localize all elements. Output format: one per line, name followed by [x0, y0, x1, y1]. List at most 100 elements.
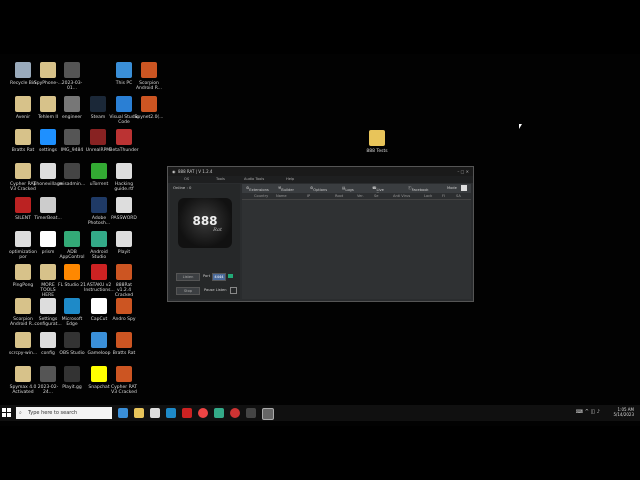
desktop-icon[interactable]: TimerBeat...	[33, 197, 63, 221]
desktop-icon[interactable]: 2023-03-01...	[57, 62, 87, 91]
desktop-icon[interactable]: OBS Studio	[57, 332, 87, 356]
desktop-icon[interactable]: Cypher RAT V3 Cracked	[109, 366, 139, 395]
desktop-icon-label: TimerBeat...	[34, 216, 62, 221]
desktop-icon-glyph-icon	[40, 366, 56, 382]
desktop-icon-glyph-icon	[64, 231, 80, 247]
desktop-icon-glyph-icon	[40, 332, 56, 348]
menu-audio-tools[interactable]: Audio Tools	[244, 176, 264, 183]
desktop-icon-label: OBS Studio	[59, 351, 85, 356]
desktop-icon-glyph-icon	[116, 231, 132, 247]
clients-table-header: Country Name IP Root Ver. Se Anti Virus …	[242, 193, 471, 200]
desktop-icon-glyph-icon	[116, 163, 132, 179]
terminal-icon[interactable]	[246, 408, 256, 418]
desktop-icon-glyph-icon	[40, 231, 56, 247]
desktop-icon[interactable]: Playit.gg	[57, 366, 87, 390]
desktop-icon-glyph-icon	[91, 231, 107, 247]
desktop-icon[interactable]: PASSWORD	[109, 197, 139, 221]
col-ip[interactable]: IP	[307, 194, 310, 198]
toolbar-logs[interactable]: ▤ Logs	[342, 186, 354, 192]
desktop-icon[interactable]: 888Rat v1.2.4 Cracked	[109, 264, 139, 299]
desktop-icon[interactable]: misadmin...	[57, 163, 87, 187]
desktop-icon[interactable]: ADB AppControl	[57, 231, 87, 260]
desktop-icon-glyph-icon	[40, 197, 56, 213]
online-count: Online : 0	[173, 185, 192, 190]
desktop-icon-glyph-icon	[40, 62, 56, 78]
col-fi[interactable]: FI	[442, 194, 445, 198]
desktop-icon-glyph-icon	[15, 62, 31, 78]
task-view-icon[interactable]	[118, 408, 128, 418]
desktop-icon[interactable]: Microsoft Edge	[57, 298, 87, 327]
desktop-icon[interactable]: Playit	[109, 231, 139, 255]
col-root[interactable]: Root	[335, 194, 343, 198]
toolbar-facebook[interactable]: ⓕ Facebook	[408, 186, 428, 192]
taskbar-search[interactable]: ⌕ Type here to search	[16, 407, 112, 419]
desktop-icon-label: BetaThunder	[109, 148, 139, 153]
android-studio-icon[interactable]	[214, 408, 224, 418]
mode-label: Mode	[447, 186, 457, 190]
desktop-icon-label: 888 Tests	[366, 149, 388, 154]
menu-tools[interactable]: Tools	[216, 176, 225, 183]
search-placeholder: Type here to search	[28, 410, 78, 416]
desktop-icon-glyph-icon	[15, 163, 31, 179]
desktop-icon-glyph-icon	[116, 366, 132, 382]
app-window[interactable]: ◉ 888 RAT | V 1.2.4 – □ ✕ OS Tools Audio…	[167, 166, 474, 302]
system-tray[interactable]: 1:05 AM 5/14/2023	[613, 407, 634, 417]
toolbar-options[interactable]: ⚙ Options	[310, 186, 327, 192]
edge-icon[interactable]	[166, 408, 176, 418]
desktop-icon-glyph-icon	[64, 62, 80, 78]
desktop-icon-label: Microsoft Edge	[61, 317, 83, 328]
col-antivirus[interactable]: Anti Virus	[393, 194, 410, 198]
desktop-icon-glyph-icon	[90, 96, 106, 112]
desktop-icon[interactable]: BetaThunder	[109, 129, 139, 153]
search-icon: ⌕	[19, 410, 22, 416]
desktop-icon-label: FL Studio 21	[57, 283, 86, 288]
desktop-icon-label: Bratts Rat	[112, 351, 136, 356]
desktop-icon[interactable]: FL Studio 21	[57, 264, 87, 288]
menu-help[interactable]: Help	[286, 176, 294, 183]
port-input[interactable]: 4444	[212, 273, 226, 281]
recorder-icon[interactable]	[230, 408, 240, 418]
port-label: Port	[203, 274, 211, 278]
desktop-icon-glyph-icon	[15, 96, 31, 112]
mode-toggle[interactable]	[461, 185, 467, 191]
col-sa[interactable]: SA	[456, 194, 461, 198]
desktop-icon[interactable]: Bratts Rat	[109, 332, 139, 356]
toolbar-live-num[interactable]: ☎ Live Num	[372, 186, 385, 196]
desktop-icon[interactable]: Andro Spy	[109, 298, 139, 322]
desktop-icon-label: ADB AppControl	[59, 250, 85, 261]
menu-os[interactable]: OS	[184, 176, 189, 183]
app-icon: ◉	[172, 169, 176, 174]
window-titlebar[interactable]: ◉ 888 RAT | V 1.2.4 – □ ✕	[168, 167, 473, 176]
desktop-icon-glyph-icon	[15, 129, 31, 145]
desktop-icon[interactable]: Scorpion Android R...	[134, 62, 164, 91]
file-explorer-icon[interactable]	[134, 408, 144, 418]
col-ver[interactable]: Ver.	[357, 194, 364, 198]
desktop-icon[interactable]: 888 Tests	[362, 130, 392, 154]
col-lock[interactable]: Lock	[424, 194, 432, 198]
desktop-icon[interactable]: Hacking guide.rtf	[109, 163, 139, 192]
desktop-icon-glyph-icon	[64, 366, 80, 382]
col-se[interactable]: Se	[374, 194, 379, 198]
toolbar-builder[interactable]: ⚒ Builder	[278, 186, 294, 192]
desktop-icon-glyph-icon	[15, 366, 31, 382]
col-country[interactable]: Country	[254, 194, 268, 198]
clock-date: 5/14/2023	[613, 412, 634, 417]
rat-app-taskbar-icon[interactable]	[262, 408, 274, 420]
chrome-icon[interactable]	[198, 408, 208, 418]
notepad-icon[interactable]	[150, 408, 160, 418]
window-controls[interactable]: – □ ✕	[457, 167, 469, 176]
desktop-icon-glyph-icon	[141, 96, 157, 112]
listen-button[interactable]: Listen	[176, 273, 200, 281]
desktop-icon-label: Andro Spy	[112, 317, 136, 322]
toolbar-extensions[interactable]: ⚙ Extensions	[246, 186, 269, 192]
start-button[interactable]	[2, 408, 12, 418]
desktop-icon-glyph-icon	[116, 332, 132, 348]
desktop-icon[interactable]: Spynet2.0(...	[134, 96, 164, 120]
pause-listen-checkbox[interactable]	[230, 287, 237, 294]
desktop-icon-label: misadmin...	[58, 182, 86, 187]
col-name[interactable]: Name	[276, 194, 287, 198]
adobe-icon[interactable]	[182, 408, 192, 418]
tray-icons[interactable]: ⌨ ^ ◫ ♪	[576, 409, 600, 415]
desktop-icon-glyph-icon	[40, 163, 56, 179]
stop-button[interactable]: Stop	[176, 287, 200, 295]
